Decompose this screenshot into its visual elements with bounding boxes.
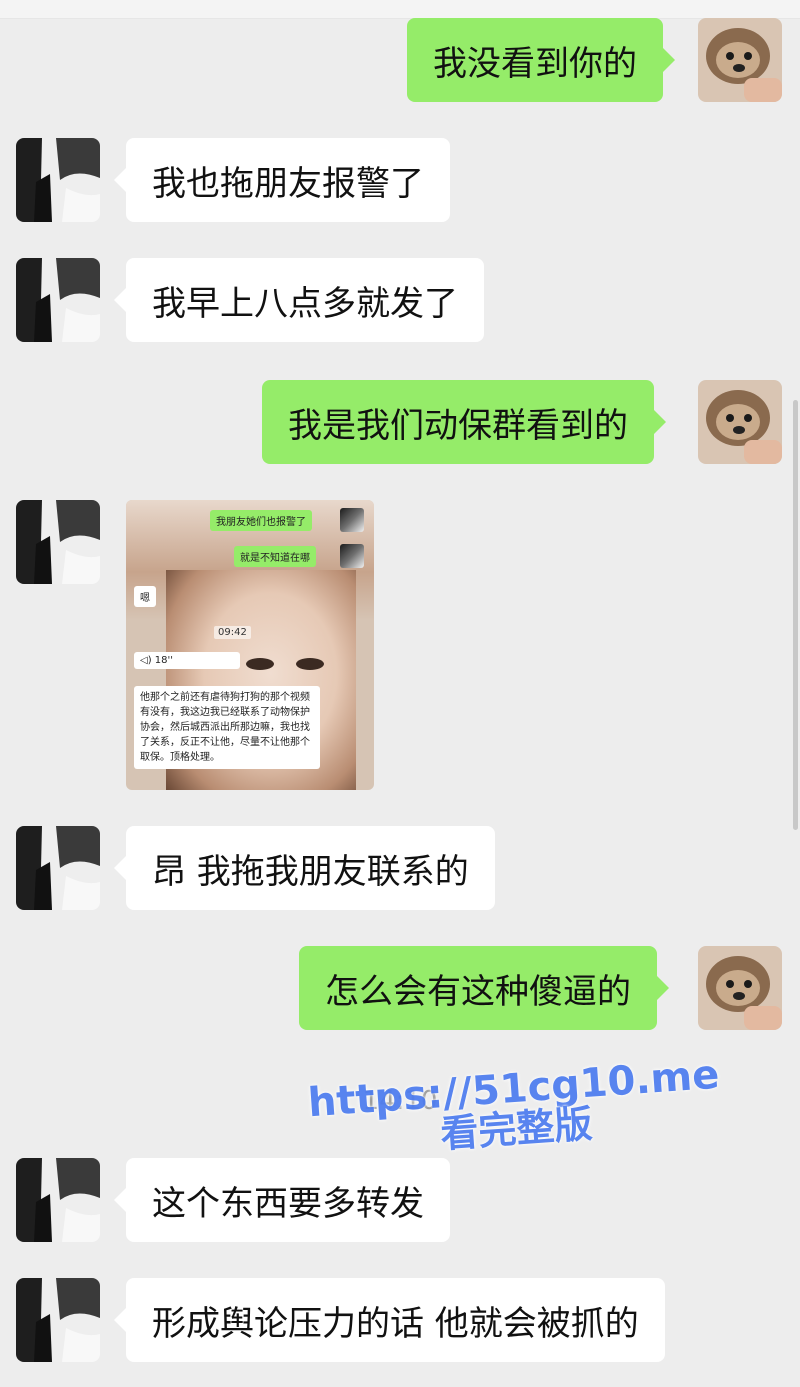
message-bubble-in[interactable]: 昂 我拖我朋友联系的: [114, 826, 495, 910]
embedded-bubble: 就是不知道在哪: [234, 546, 316, 567]
watermark: https://51cg10.me 看完整版: [298, 1052, 733, 1165]
message-bubble-in[interactable]: 我也拖朋友报警了: [114, 138, 450, 222]
message-bubble-in[interactable]: 形成舆论压力的话 他就会被抓的: [114, 1278, 665, 1362]
my-avatar[interactable]: [698, 380, 782, 464]
contact-avatar[interactable]: [16, 826, 100, 910]
contact-avatar[interactable]: [16, 1158, 100, 1242]
scrollbar[interactable]: [793, 400, 798, 830]
contact-avatar[interactable]: [16, 138, 100, 222]
message-bubble-in[interactable]: 我早上八点多就发了: [114, 258, 484, 342]
message-bubble-out[interactable]: 怎么会有这种傻逼的: [299, 946, 669, 1030]
message-bubble-out[interactable]: 我没看到你的: [407, 18, 675, 102]
embedded-bubble: 我朋友她们也报警了: [210, 510, 312, 531]
contact-avatar[interactable]: [16, 500, 100, 584]
embedded-time: 09:42: [214, 626, 251, 639]
contact-avatar[interactable]: [16, 258, 100, 342]
embedded-avatar: [340, 544, 364, 568]
image-message[interactable]: 我朋友她们也报警了 就是不知道在哪 嗯 09:42 ◁) 18'' 他那个之前还…: [126, 500, 374, 790]
message-bubble-in[interactable]: 这个东西要多转发: [114, 1158, 450, 1242]
photo-eye: [246, 658, 274, 670]
contact-avatar[interactable]: [16, 1278, 100, 1362]
message-bubble-out[interactable]: 我是我们动保群看到的: [262, 380, 666, 464]
embedded-avatar: [340, 508, 364, 532]
photo-eye: [296, 658, 324, 670]
embedded-long-message: 他那个之前还有虐待狗打狗的那个视频有没有，我这边我已经联系了动物保护协会，然后城…: [134, 686, 320, 769]
my-avatar[interactable]: [698, 946, 782, 1030]
embedded-bubble: 嗯: [134, 586, 156, 607]
top-bar: [0, 0, 800, 19]
embedded-voice-message: ◁) 18'': [134, 652, 240, 669]
my-avatar[interactable]: [698, 18, 782, 102]
